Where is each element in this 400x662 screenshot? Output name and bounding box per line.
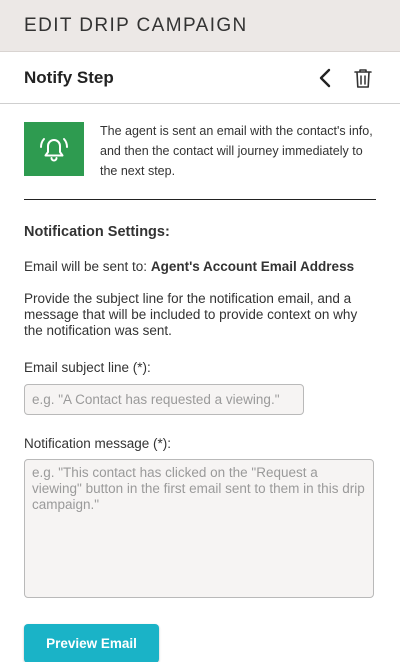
recipient-line: Email will be sent to: Agent's Account E… [24, 259, 376, 274]
message-label: Notification message (*): [24, 436, 172, 451]
help-text: Provide the subject line for the notific… [24, 291, 358, 338]
back-button[interactable] [312, 65, 338, 91]
recipient-prefix: Email will be sent to: [24, 259, 148, 274]
preview-email-button[interactable]: Preview Email [24, 624, 159, 662]
notification-settings: Notification Settings: Email will be sen… [0, 224, 400, 662]
chevron-left-icon [319, 68, 331, 87]
notification-tile [24, 122, 84, 176]
bell-alert-icon [39, 138, 69, 162]
message-textarea[interactable] [24, 459, 374, 598]
step-title: Notify Step [24, 67, 114, 87]
trash-icon [354, 68, 372, 88]
recipient-value: Agent's Account Email Address [150, 259, 355, 274]
step-description: The agent is sent an email with the cont… [24, 122, 376, 200]
delete-step-button[interactable] [350, 65, 376, 91]
step-actions [312, 65, 376, 91]
step-header: Notify Step [0, 52, 400, 104]
section-title: Notification Settings: [24, 224, 170, 240]
app-header: EDIT DRIP CAMPAIGN [0, 0, 400, 52]
step-description-text: The agent is sent an email with the cont… [100, 124, 373, 178]
subject-label: Email subject line (*): [24, 360, 151, 375]
subject-input[interactable] [24, 384, 304, 415]
page-title: EDIT DRIP CAMPAIGN [24, 14, 248, 36]
